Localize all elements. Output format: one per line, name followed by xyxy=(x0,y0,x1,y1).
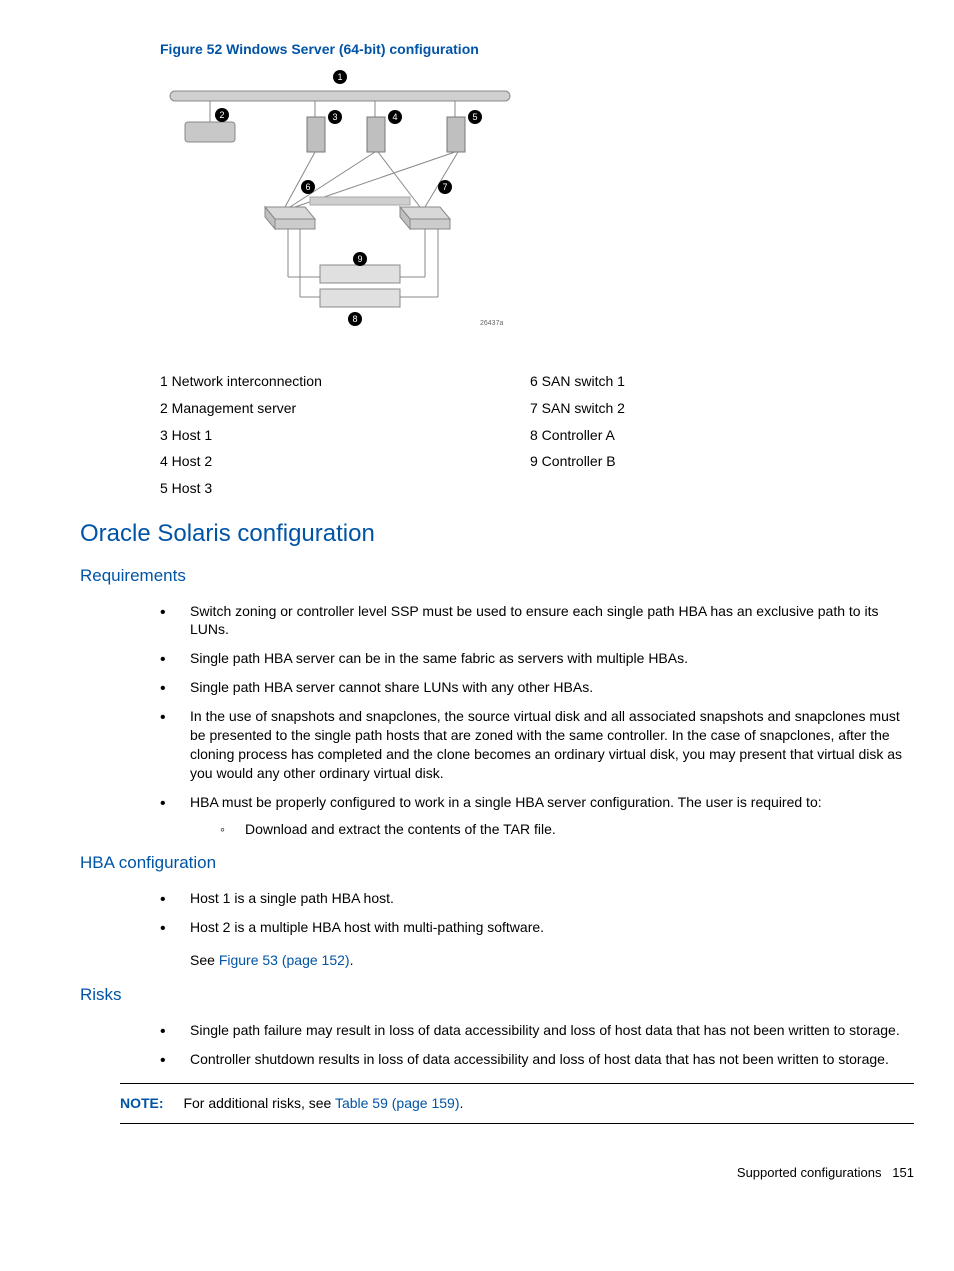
figure-caption: Figure 52 Windows Server (64-bit) config… xyxy=(160,40,914,59)
legend-left-2: 3 Host 1 xyxy=(160,426,530,445)
note-text-prefix: For additional risks, see xyxy=(183,1095,334,1111)
list-item: Controller shutdown results in loss of d… xyxy=(160,1050,914,1069)
svg-text:9: 9 xyxy=(357,254,362,264)
hba-list: Host 1 is a single path HBA host. Host 2… xyxy=(160,889,914,937)
legend-right-0: 6 SAN switch 1 xyxy=(530,372,914,391)
note-label: NOTE: xyxy=(120,1095,164,1111)
requirements-title: Requirements xyxy=(80,565,914,588)
svg-text:5: 5 xyxy=(472,112,477,122)
requirements-sublist: Download and extract the contents of the… xyxy=(190,820,914,839)
legend-right-3: 9 Controller B xyxy=(530,452,914,471)
figure-id-label: 26437a xyxy=(480,320,503,327)
legend-left-3: 4 Host 2 xyxy=(160,452,530,471)
hba-title: HBA configuration xyxy=(80,852,914,875)
see-prefix: See xyxy=(190,952,219,968)
footer-page-number: 151 xyxy=(892,1165,914,1180)
risks-list: Single path failure may result in loss o… xyxy=(160,1021,914,1069)
legend-row-2: 3 Host 1 8 Controller A xyxy=(160,426,914,445)
legend-left-4: 5 Host 3 xyxy=(160,479,530,498)
section-title: Oracle Solaris configuration xyxy=(80,518,914,550)
svg-text:6: 6 xyxy=(305,182,310,192)
risks-title: Risks xyxy=(80,984,914,1007)
legend-right-2: 8 Controller A xyxy=(530,426,914,445)
svg-text:1: 1 xyxy=(337,72,342,82)
page-footer: Supported configurations 151 xyxy=(40,1164,914,1182)
sub-list-item: Download and extract the contents of the… xyxy=(220,820,914,839)
see-line: See Figure 53 (page 152). xyxy=(190,951,914,970)
legend-left-0: 1 Network interconnection xyxy=(160,372,530,391)
legend-right-1: 7 SAN switch 2 xyxy=(530,399,914,418)
legend-right-4 xyxy=(530,479,914,498)
legend-row-1: 2 Management server 7 SAN switch 2 xyxy=(160,399,914,418)
list-item: HBA must be properly configured to work … xyxy=(160,793,914,839)
footer-text: Supported configurations xyxy=(737,1165,882,1180)
list-item: Switch zoning or controller level SSP mu… xyxy=(160,602,914,640)
legend-left-1: 2 Management server xyxy=(160,399,530,418)
note-box: NOTE: For additional risks, see Table 59… xyxy=(120,1083,914,1124)
list-item: Single path failure may result in loss o… xyxy=(160,1021,914,1040)
requirements-list: Switch zoning or controller level SSP mu… xyxy=(160,602,914,839)
list-item: Single path HBA server cannot share LUNs… xyxy=(160,678,914,697)
note-text-suffix: . xyxy=(459,1095,463,1111)
list-item: Single path HBA server can be in the sam… xyxy=(160,649,914,668)
figure-53-link[interactable]: Figure 53 (page 152) xyxy=(219,952,350,968)
list-item: Host 1 is a single path HBA host. xyxy=(160,889,914,908)
svg-text:8: 8 xyxy=(352,314,357,324)
svg-text:2: 2 xyxy=(219,110,224,120)
svg-text:4: 4 xyxy=(392,112,397,122)
svg-text:3: 3 xyxy=(332,112,337,122)
legend-row-4: 5 Host 3 xyxy=(160,479,914,498)
svg-text:7: 7 xyxy=(442,182,447,192)
list-item: Host 2 is a multiple HBA host with multi… xyxy=(160,918,914,937)
list-item-text: HBA must be properly configured to work … xyxy=(190,794,822,810)
see-suffix: . xyxy=(350,952,354,968)
legend-row-0: 1 Network interconnection 6 SAN switch 1 xyxy=(160,372,914,391)
legend-row-3: 4 Host 2 9 Controller B xyxy=(160,452,914,471)
list-item: In the use of snapshots and snapclones, … xyxy=(160,707,914,783)
figure-diagram: 1 2 3 4 5 6 7 xyxy=(160,67,520,352)
table-59-link[interactable]: Table 59 (page 159) xyxy=(335,1095,460,1111)
